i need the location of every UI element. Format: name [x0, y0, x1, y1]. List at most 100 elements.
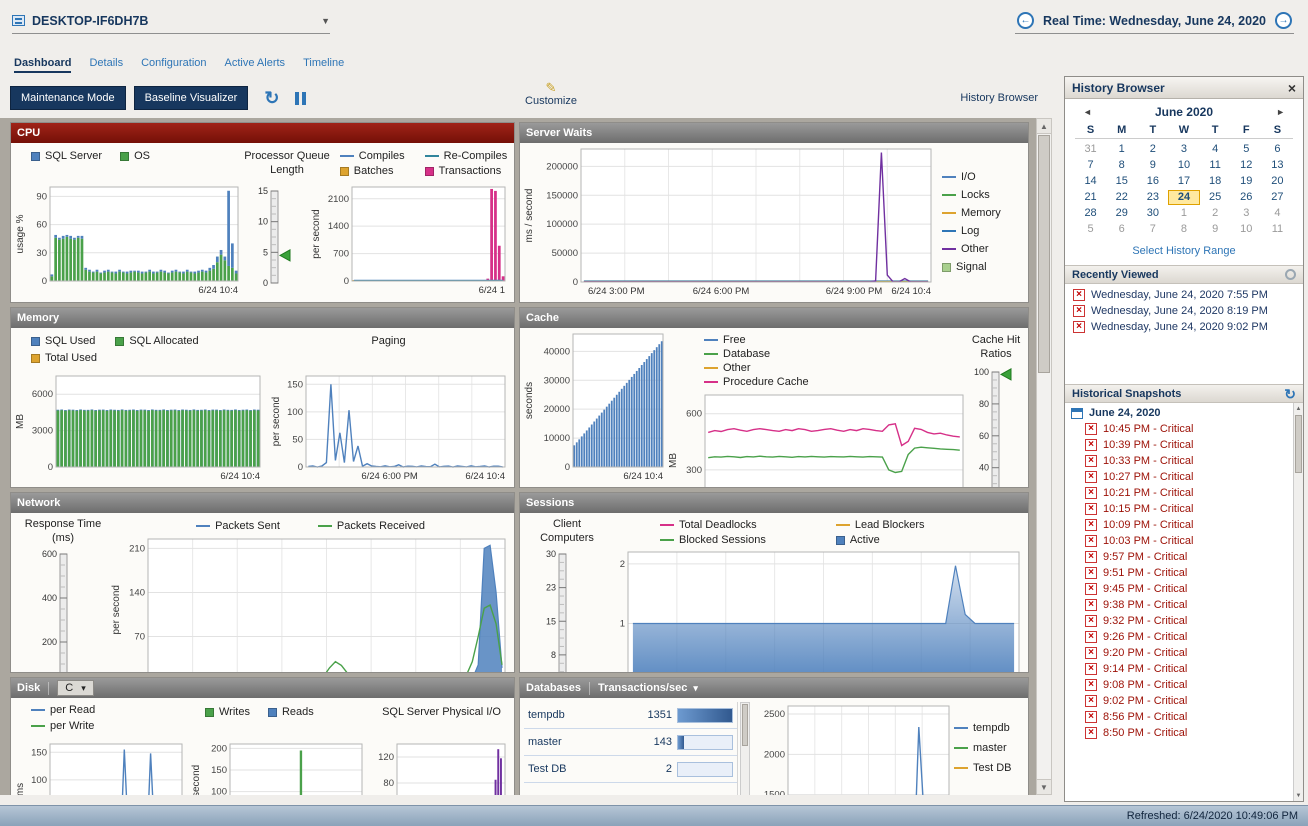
sessions-chart[interactable]: 0126/24 4:00 PM6/24 6:00 PM6/24 8:00 PM6… [610, 548, 1024, 673]
panel-memory-header[interactable]: Memory [11, 308, 514, 328]
calendar-day[interactable]: 11 [1262, 222, 1293, 237]
snapshot-item[interactable]: × 10:45 PM - Critical [1065, 421, 1303, 437]
database-name[interactable]: Test DB [528, 763, 633, 775]
remove-icon[interactable]: × [1085, 503, 1097, 515]
calendar-day[interactable]: 2 [1137, 142, 1168, 157]
snapshot-item[interactable]: × 9:57 PM - Critical [1065, 549, 1303, 565]
network-chart[interactable]: 070140210per second6/24 3:00 PM6/24 6:00… [111, 535, 510, 673]
tab-active-alerts[interactable]: Active Alerts [225, 57, 286, 73]
snapshot-date-group[interactable]: June 24, 2020 [1065, 405, 1303, 421]
calendar-day[interactable]: 16 [1137, 174, 1168, 189]
calendar-day[interactable]: 5 [1231, 142, 1262, 157]
paging-chart[interactable]: 0 50 100 150 per second 6/24 6:00 PM 6/24 10:4 [271, 372, 510, 482]
calendar-day[interactable]: 12 [1231, 158, 1262, 173]
baseline-visualizer-button[interactable]: Baseline Visualizer [133, 86, 249, 110]
calendar-day[interactable]: 13 [1262, 158, 1293, 173]
calendar-day[interactable]: 23 [1137, 190, 1168, 205]
customize-button[interactable]: ✎ Customize [516, 80, 586, 107]
remove-icon[interactable]: × [1085, 615, 1097, 627]
history-forward-icon[interactable]: → [1275, 12, 1292, 29]
calendar-day[interactable]: 15 [1106, 174, 1137, 189]
panel-cpu-header[interactable]: CPU [11, 123, 514, 143]
metric-select[interactable]: Transactions/sec ▾ [598, 682, 698, 694]
remove-icon[interactable]: × [1085, 711, 1097, 723]
remove-icon[interactable]: × [1085, 567, 1097, 579]
calendar-day[interactable]: 6 [1106, 222, 1137, 237]
calendar-day[interactable]: 20 [1262, 174, 1293, 189]
database-row[interactable]: master 143 [524, 729, 737, 756]
calendar-day[interactable]: 21 [1075, 190, 1106, 205]
snapshot-item[interactable]: × 8:56 PM - Critical [1065, 709, 1303, 725]
snapshot-item[interactable]: × 9:14 PM - Critical [1065, 661, 1303, 677]
cache-mb-chart[interactable]: 0300600MB6/24 10:4 [668, 391, 968, 488]
tab-dashboard[interactable]: Dashboard [14, 57, 72, 73]
scrollbar-thumb[interactable] [742, 704, 748, 746]
snapshot-item[interactable]: × 9:08 PM - Critical [1065, 677, 1303, 693]
maintenance-mode-button[interactable]: Maintenance Mode [10, 86, 126, 110]
database-table-scrollbar[interactable] [740, 702, 750, 795]
snapshot-item[interactable]: × 10:09 PM - Critical [1065, 517, 1303, 533]
database-name[interactable]: master [528, 736, 633, 748]
remove-icon[interactable]: × [1073, 321, 1085, 333]
calendar-day[interactable]: 27 [1262, 190, 1293, 205]
calendar-day[interactable]: 2 [1200, 206, 1231, 221]
calendar-day[interactable]: 28 [1075, 206, 1106, 221]
calendar-day[interactable]: 14 [1075, 174, 1106, 189]
remove-icon[interactable]: × [1085, 423, 1097, 435]
refresh-icon[interactable]: ↻ [1284, 387, 1296, 401]
database-name[interactable]: tempdb [528, 709, 633, 721]
snapshot-item[interactable]: × 10:39 PM - Critical [1065, 437, 1303, 453]
snapshot-item[interactable]: × 10:15 PM - Critical [1065, 501, 1303, 517]
calendar-day[interactable]: 4 [1200, 142, 1231, 157]
calendar-day[interactable]: 8 [1168, 222, 1199, 237]
calendar-day[interactable]: 4 [1262, 206, 1293, 221]
dashboard-scrollbar[interactable]: ▲ ▼ [1036, 118, 1052, 795]
close-icon[interactable]: × [1288, 80, 1296, 96]
scroll-down-icon[interactable]: ▼ [1037, 779, 1051, 794]
panel-server-waits-header[interactable]: Server Waits [520, 123, 1028, 143]
snapshot-item[interactable]: × 9:20 PM - Critical [1065, 645, 1303, 661]
snapshot-item[interactable]: × 9:38 PM - Critical [1065, 597, 1303, 613]
snapshot-item[interactable]: × 10:33 PM - Critical [1065, 453, 1303, 469]
remove-icon[interactable]: × [1085, 583, 1097, 595]
database-row[interactable]: Test DB 2 [524, 756, 737, 783]
remove-icon[interactable]: × [1085, 695, 1097, 707]
calendar-day[interactable]: 7 [1137, 222, 1168, 237]
cache-seconds-chart[interactable]: 0 10000 20000 30000 40000 seconds 6/24 10:4 [524, 330, 668, 482]
snapshot-item[interactable]: × 10:27 PM - Critical [1065, 469, 1303, 485]
snapshot-item[interactable]: × 8:50 PM - Critical [1065, 725, 1303, 741]
snapshot-item[interactable]: × 9:32 PM - Critical [1065, 613, 1303, 629]
calendar-day[interactable]: 3 [1231, 206, 1262, 221]
remove-icon[interactable]: × [1085, 535, 1097, 547]
history-browser-link[interactable]: History Browser [960, 92, 1042, 104]
history-back-icon[interactable]: ← [1016, 12, 1034, 29]
cpu-compiles-chart[interactable]: 0 700 1400 2100 per second 6/24 1 [311, 183, 510, 296]
select-history-range-link[interactable]: Select History Range [1065, 237, 1303, 265]
scrollbar-thumb[interactable] [1038, 135, 1050, 373]
snapshots-scrollbar[interactable]: ▲ ▼ [1293, 403, 1303, 801]
calendar-day[interactable]: 9 [1137, 158, 1168, 173]
calendar-day[interactable]: 17 [1168, 174, 1199, 189]
calendar-day[interactable]: 6 [1262, 142, 1293, 157]
disk-ops-chart[interactable]: 100 150 200 per second [191, 740, 367, 795]
chevron-down-icon[interactable]: ▼ [321, 16, 330, 26]
remove-icon[interactable]: × [1085, 439, 1097, 451]
databases-chart[interactable]: 1000150020002500 [756, 702, 954, 795]
remove-icon[interactable]: × [1085, 663, 1097, 675]
panel-network-header[interactable]: Network [11, 493, 514, 513]
calendar-day[interactable]: 10 [1168, 158, 1199, 173]
pause-icon[interactable] [295, 91, 307, 105]
calendar-day[interactable]: 19 [1231, 174, 1262, 189]
tab-details[interactable]: Details [89, 57, 123, 73]
remove-icon[interactable]: × [1073, 305, 1085, 317]
remove-icon[interactable]: × [1085, 599, 1097, 611]
calendar-day[interactable]: 29 [1106, 206, 1137, 221]
cpu-usage-chart[interactable]: 0 30 60 90 usage % 6/24 10:4 [15, 183, 243, 296]
scroll-down-icon[interactable]: ▼ [1294, 790, 1303, 801]
calendar-day[interactable]: 26 [1231, 190, 1262, 205]
server-waits-chart[interactable]: 0 50000 100000 150000 200000 ms / second 6/24 … [524, 145, 936, 297]
snapshot-item[interactable]: × 9:51 PM - Critical [1065, 565, 1303, 581]
calendar-day[interactable]: 25 [1200, 190, 1231, 205]
calendar-day[interactable]: 1 [1168, 206, 1199, 221]
database-row[interactable]: tempdb 1351 [524, 702, 737, 729]
